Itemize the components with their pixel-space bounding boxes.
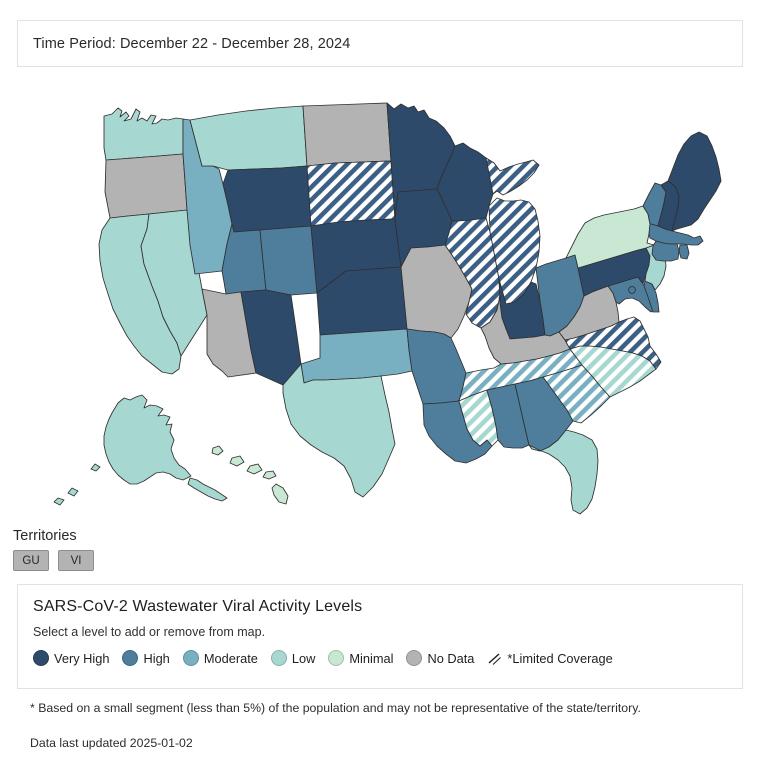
state-TX[interactable] (283, 364, 395, 497)
legend-item-low-label: Low (291, 650, 316, 666)
states-layer[interactable] (54, 103, 721, 514)
map-svg[interactable] (0, 88, 760, 523)
legend-item-minimal-label: Minimal (349, 650, 394, 666)
territory-chip-gu[interactable]: GU (13, 550, 49, 571)
legend-subtitle: Select a level to add or remove from map… (33, 625, 266, 639)
high-swatch-icon (122, 650, 139, 666)
legend-item-high[interactable]: High (122, 650, 170, 666)
state-CO[interactable] (260, 226, 317, 295)
legend-item-no-data-label: No Data (427, 650, 475, 666)
legend-item-no-data[interactable]: No Data (406, 650, 474, 666)
state-OR[interactable] (105, 154, 187, 218)
territories-chip-list: GU VI (13, 550, 313, 571)
state-AR[interactable] (407, 329, 466, 404)
legend-item-limited-coverage[interactable]: *Limited Coverage (487, 650, 613, 666)
legend-item-moderate-label: Moderate (203, 650, 258, 666)
legend-panel: SARS-CoV-2 Wastewater Viral Activity Lev… (17, 584, 743, 689)
time-period-label: Time Period: December 22 - December 28, … (33, 35, 351, 52)
legend-item-list: Very High High Moderate Low Minimal No D (33, 650, 727, 666)
state-WY[interactable] (223, 166, 311, 232)
state-DC[interactable] (629, 287, 636, 294)
state-SD[interactable] (307, 161, 395, 226)
state-WA[interactable] (104, 108, 183, 160)
legend-item-minimal[interactable]: Minimal (328, 650, 393, 666)
territories-section: Territories GU VI (13, 528, 313, 571)
minimal-swatch-icon (328, 650, 345, 666)
state-ME[interactable] (668, 132, 721, 231)
legend-item-very-high-label: Very High (54, 650, 110, 666)
state-AK[interactable] (54, 395, 227, 505)
last-updated-text: Data last updated 2025-01-02 (30, 736, 193, 750)
legend-title: SARS-CoV-2 Wastewater Viral Activity Lev… (33, 598, 363, 615)
territory-chip-vi[interactable]: VI (58, 550, 94, 571)
territory-chip-vi-label: VI (70, 554, 82, 567)
time-period-bar: Time Period: December 22 - December 28, … (17, 20, 743, 67)
state-OK[interactable] (301, 329, 412, 383)
no-data-swatch-icon (406, 650, 423, 666)
territories-title: Territories (13, 528, 77, 544)
legend-item-low[interactable]: Low (270, 650, 316, 666)
hatch-swatch-icon (487, 650, 503, 666)
state-ND[interactable] (303, 103, 391, 166)
legend-item-very-high[interactable]: Very High (33, 650, 109, 666)
low-swatch-icon (270, 650, 287, 666)
very-high-swatch-icon (33, 650, 49, 666)
state-RI[interactable] (679, 245, 689, 259)
legend-item-high-label: High (143, 650, 170, 666)
state-CT[interactable] (652, 241, 679, 261)
us-choropleth-map[interactable] (0, 88, 760, 523)
legend-item-limited-coverage-label: *Limited Coverage (507, 650, 613, 666)
wastewater-map-page: Time Period: December 22 - December 28, … (0, 0, 760, 763)
territory-chip-gu-label: GU (22, 554, 40, 567)
moderate-swatch-icon (182, 650, 199, 666)
legend-item-moderate[interactable]: Moderate (182, 650, 258, 666)
state-MT[interactable] (190, 106, 307, 170)
limited-coverage-footnote: * Based on a small segment (less than 5%… (30, 701, 641, 715)
